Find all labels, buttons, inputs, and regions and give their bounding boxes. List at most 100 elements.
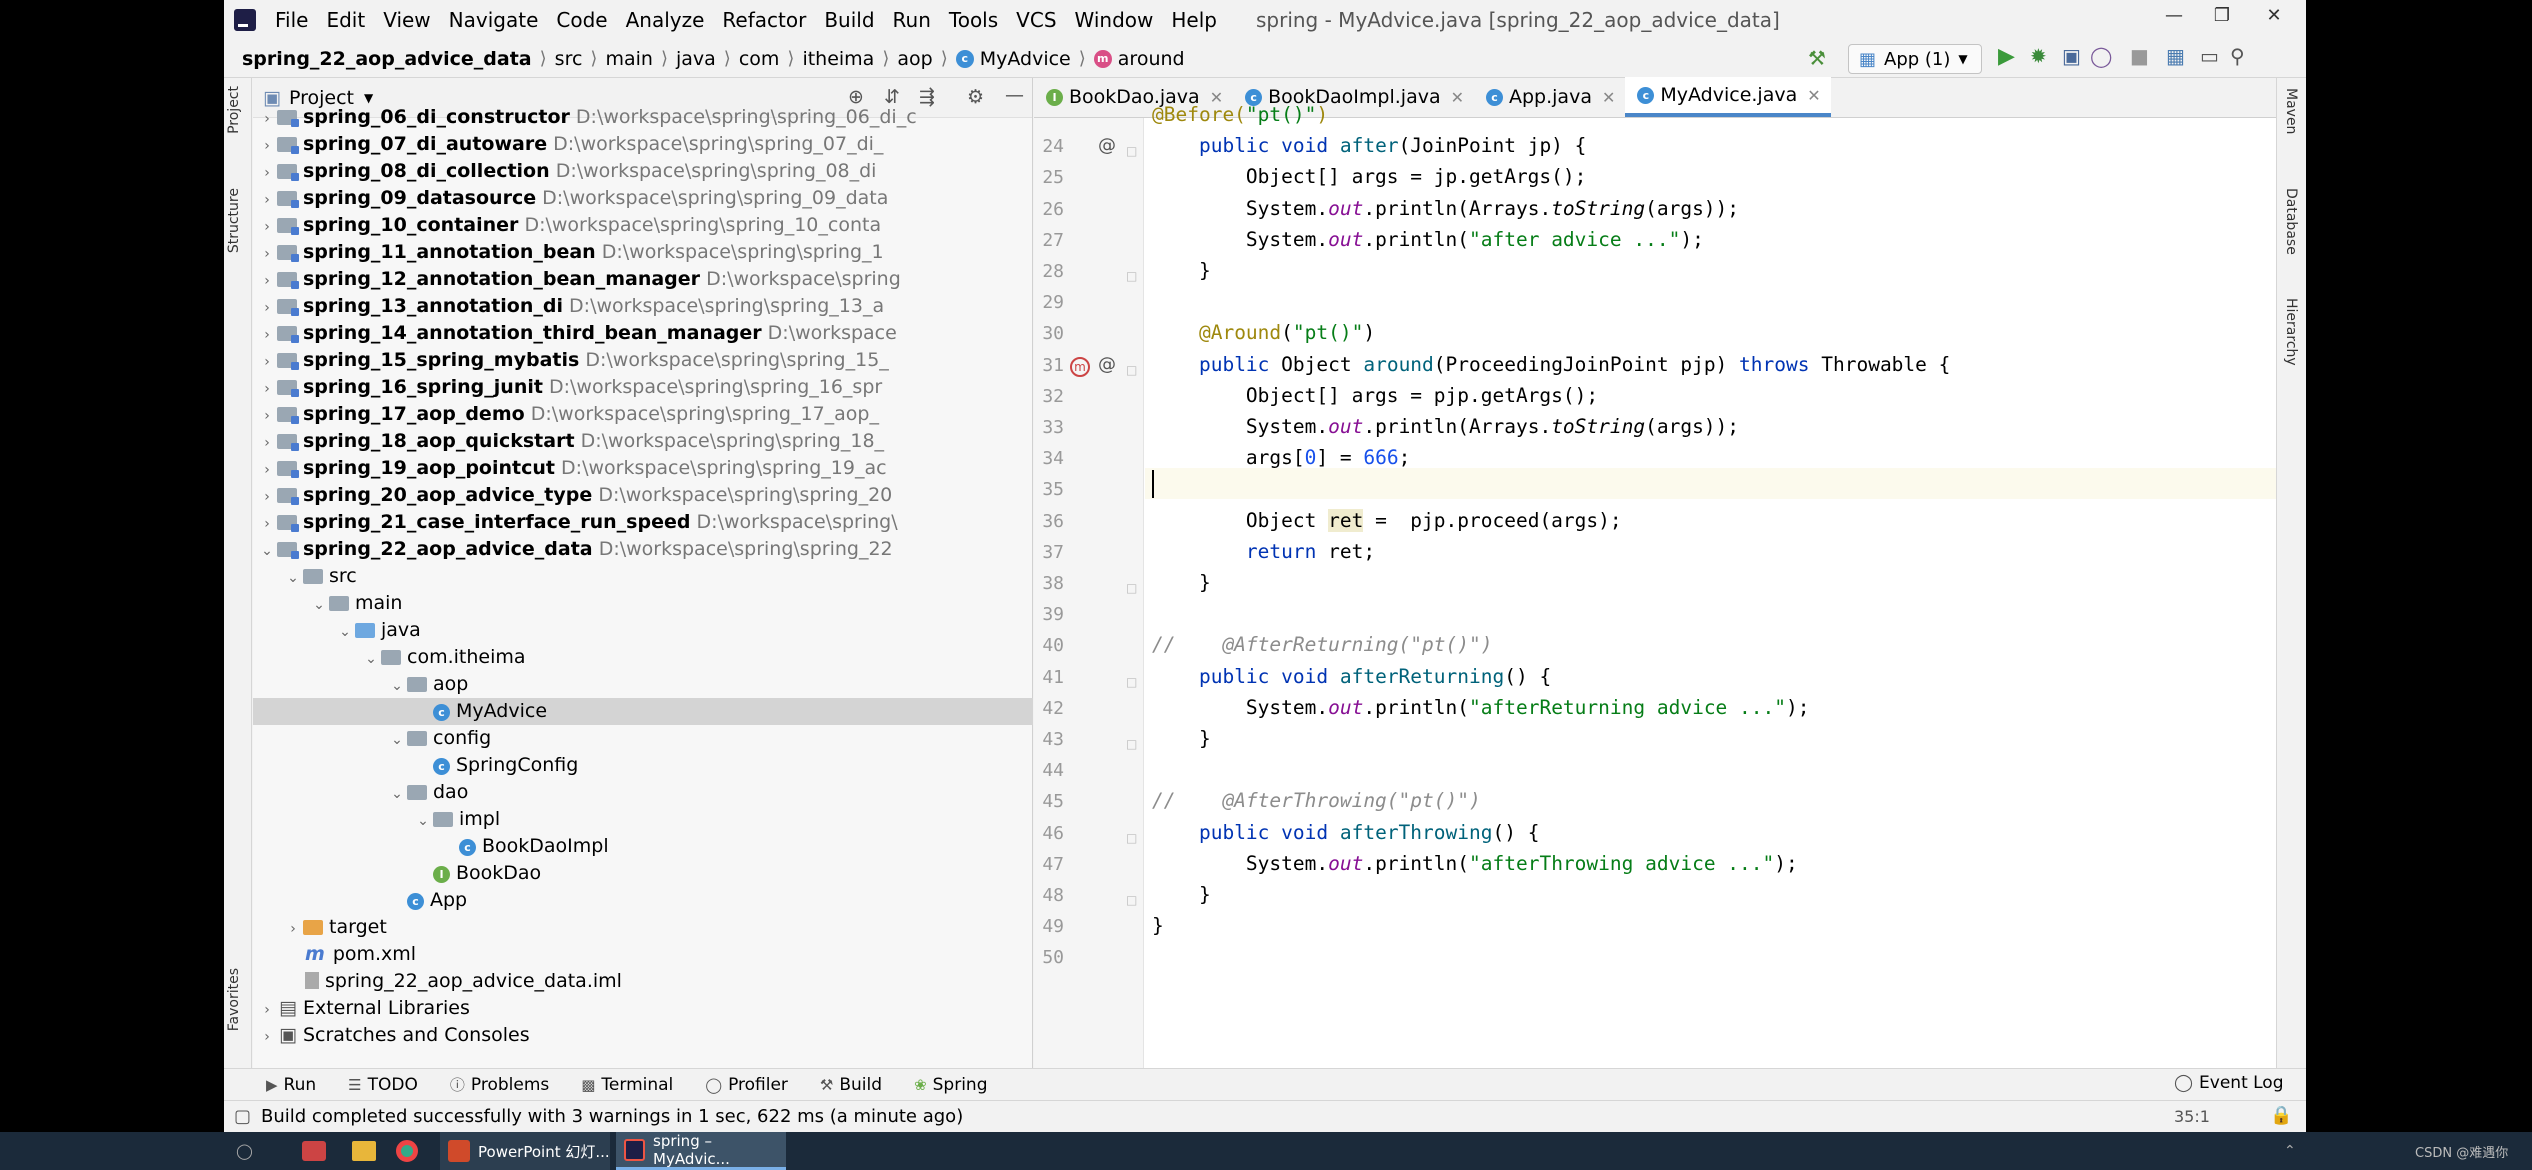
code-line[interactable]: System.out.println("afterReturning advic…	[1152, 693, 1810, 723]
expand-arrow-icon[interactable]: ⌄	[285, 565, 301, 590]
run-icon[interactable]: ▶	[1998, 44, 2015, 69]
tree-package-impl[interactable]: ⌄ impl	[253, 806, 1033, 833]
tree-folder-main[interactable]: ⌄ main	[253, 590, 1033, 617]
fold-marker-icon[interactable]: □	[1126, 139, 1137, 160]
expand-arrow-icon[interactable]: ›	[259, 511, 275, 536]
expand-arrow-icon[interactable]: ›	[259, 106, 275, 131]
profile-icon[interactable]: ◯	[2090, 44, 2112, 68]
fold-marker-icon[interactable]: □	[1126, 888, 1137, 909]
breadcrumb-main[interactable]: main	[605, 48, 652, 70]
chevron-down-icon[interactable]: ▼	[364, 91, 373, 105]
expand-arrow-icon[interactable]: ›	[259, 295, 275, 320]
breadcrumb-around[interactable]: around	[1118, 48, 1185, 70]
project-module-row[interactable]: › spring_11_annotation_bean D:\workspace\…	[253, 239, 1033, 266]
code-line[interactable]: }	[1152, 568, 1211, 598]
fold-marker-icon[interactable]: □	[1126, 826, 1137, 847]
tree-file-iml[interactable]: spring_22_aop_advice_data.iml	[253, 968, 1033, 995]
menu-view[interactable]: View	[374, 0, 439, 40]
file-explorer-icon[interactable]	[352, 1132, 386, 1170]
menu-tools[interactable]: Tools	[940, 0, 1007, 40]
close-tab-icon[interactable]: ✕	[1807, 86, 1820, 105]
annotation-gutter-icon[interactable]: @	[1098, 354, 1116, 375]
project-structure-icon[interactable]: ▦	[2166, 44, 2185, 68]
project-module-row[interactable]: ⌄ spring_22_aop_advice_data D:\workspace\…	[253, 536, 1033, 563]
breadcrumb-project[interactable]: spring_22_aop_advice_data	[242, 48, 532, 70]
tree-package-dao[interactable]: ⌄ dao	[253, 779, 1033, 806]
maven-tool-tab[interactable]: Maven	[2283, 88, 2299, 134]
code-editor[interactable]: 24 25 26 27 28 29 30 31 32 33 34 35 36 37 38 39 40 41 42 43…	[1034, 103, 2306, 1078]
breadcrumb-java[interactable]: java	[676, 48, 716, 70]
code-line[interactable]: args[0] = 666;	[1152, 443, 1410, 473]
project-tool-tab[interactable]: Project	[226, 86, 242, 134]
expand-arrow-icon[interactable]: ›	[259, 484, 275, 509]
expand-arrow-icon[interactable]: ›	[259, 403, 275, 428]
code-line[interactable]: }	[1152, 256, 1211, 286]
tree-package-aop[interactable]: ⌄ aop	[253, 671, 1033, 698]
menu-navigate[interactable]: Navigate	[440, 0, 548, 40]
expand-arrow-icon[interactable]: ›	[259, 187, 275, 212]
code-line[interactable]: @Around("pt()")	[1152, 318, 1375, 348]
todo-tool-tab[interactable]: ☰ TODO	[348, 1075, 418, 1095]
terminal-tool-tab[interactable]: ▩ Terminal	[581, 1075, 673, 1095]
coverage-icon[interactable]: ▣	[2062, 44, 2081, 68]
stop-icon[interactable]: ■	[2130, 44, 2149, 68]
breadcrumb-myadvice[interactable]: MyAdvice	[980, 48, 1071, 70]
project-module-row[interactable]: › spring_18_aop_quickstart D:\workspace\s…	[253, 428, 1033, 455]
profiler-tool-tab[interactable]: ◯ Profiler	[705, 1075, 788, 1095]
expand-arrow-icon[interactable]: ›	[259, 133, 275, 158]
project-module-row[interactable]: › spring_06_di_constructor D:\workspace\s…	[253, 104, 1033, 131]
project-module-row[interactable]: › spring_21_case_interface_run_speed D:\w…	[253, 509, 1033, 536]
expand-arrow-icon[interactable]: ⌄	[389, 727, 405, 752]
fold-marker-icon[interactable]: □	[1126, 670, 1137, 691]
expand-arrow-icon[interactable]: ⌄	[415, 808, 431, 833]
expand-arrow-icon[interactable]: ⌄	[337, 619, 353, 644]
favorites-tool-tab[interactable]: Favorites	[226, 968, 242, 1031]
tray-chevron-icon[interactable]: ⌃	[2284, 1132, 2296, 1170]
menu-vcs[interactable]: VCS	[1007, 0, 1065, 40]
caret-position[interactable]: 35:1	[2174, 1107, 2210, 1126]
expand-arrow-icon[interactable]: ⌄	[311, 592, 327, 617]
expand-arrow-icon[interactable]: ›	[259, 457, 275, 482]
method-marker-icon[interactable]: m	[1070, 355, 1090, 377]
breadcrumb-com[interactable]: com	[739, 48, 780, 70]
status-message[interactable]: Build completed successfully with 3 warn…	[261, 1106, 963, 1127]
code-line[interactable]: Object[] args = jp.getArgs();	[1152, 162, 1586, 192]
project-module-row[interactable]: › spring_13_annotation_di D:\workspace\sp…	[253, 293, 1033, 320]
project-module-row[interactable]: › spring_19_aop_pointcut D:\workspace\spr…	[253, 455, 1033, 482]
menu-build[interactable]: Build	[815, 0, 883, 40]
expand-arrow-icon[interactable]: ›	[259, 241, 275, 266]
menu-analyze[interactable]: Analyze	[617, 0, 714, 40]
code-line[interactable]: public void after(JoinPoint jp) {	[1152, 131, 1586, 161]
project-module-row[interactable]: › spring_10_container D:\workspace\spring…	[253, 212, 1033, 239]
run-config-dropdown[interactable]: ▦ App (1) ▼	[1848, 44, 1982, 74]
structure-tool-tab[interactable]: Structure	[226, 188, 242, 253]
tree-package[interactable]: ⌄ com.itheima	[253, 644, 1033, 671]
expand-arrow-icon[interactable]: ›	[259, 160, 275, 185]
project-module-row[interactable]: › spring_08_di_collection D:\workspace\sp…	[253, 158, 1033, 185]
expand-arrow-icon[interactable]: ⌄	[389, 781, 405, 806]
toggle-tool-windows-icon[interactable]: ▢	[234, 1106, 251, 1127]
expand-arrow-icon[interactable]: ⌄	[259, 538, 275, 563]
build-hammer-icon[interactable]: ⚒	[1808, 46, 1826, 70]
tree-folder-target[interactable]: › target	[253, 914, 1033, 941]
menu-refactor[interactable]: Refactor	[713, 0, 815, 40]
project-module-row[interactable]: › spring_14_annotation_third_bean_manager…	[253, 320, 1033, 347]
expand-arrow-icon[interactable]: ›	[259, 997, 275, 1022]
chrome-icon[interactable]	[396, 1132, 430, 1170]
problems-tool-tab[interactable]: ⓘ Problems	[450, 1074, 549, 1095]
fold-marker-icon[interactable]: □	[1126, 732, 1137, 753]
expand-arrow-icon[interactable]: ›	[259, 268, 275, 293]
code-line[interactable]: }	[1152, 911, 1164, 941]
project-module-row[interactable]: › spring_12_annotation_bean_manager D:\wo…	[253, 266, 1033, 293]
expand-arrow-icon[interactable]: ›	[259, 322, 275, 347]
tree-scratches[interactable]: › ▣ Scratches and Consoles	[253, 1022, 1033, 1049]
hide-panel-icon[interactable]: —	[1005, 84, 1024, 106]
code-line[interactable]: Object ret = pjp.proceed(args);	[1152, 506, 1622, 536]
presentation-icon[interactable]: ▭	[2200, 44, 2219, 68]
event-log-tab[interactable]: ◯ Event Log	[2174, 1073, 2284, 1093]
project-module-row[interactable]: › spring_09_datasource D:\workspace\sprin…	[253, 185, 1033, 212]
close-tab-icon[interactable]: ✕	[1451, 88, 1464, 107]
expand-arrow-icon[interactable]: ⌄	[363, 646, 379, 671]
breadcrumb-aop[interactable]: aop	[897, 48, 932, 70]
code-line[interactable]: public void afterThrowing() {	[1152, 818, 1539, 848]
